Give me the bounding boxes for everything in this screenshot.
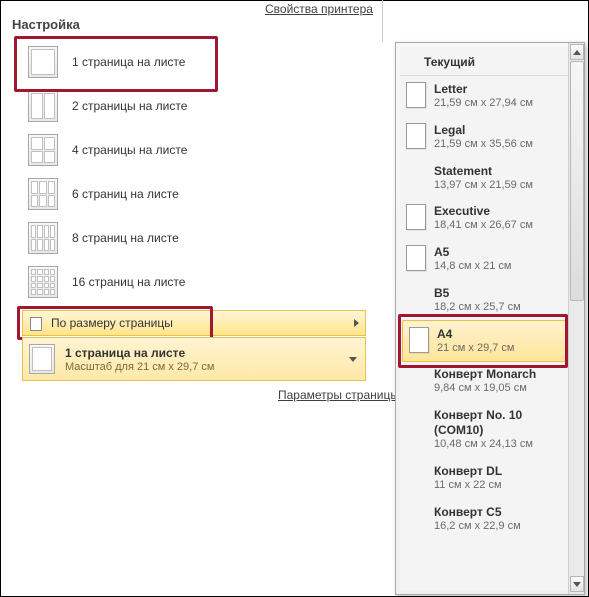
paper-size-dimensions: 18,2 см x 25,7 см (434, 301, 521, 315)
paper-size-dimensions: 14,8 см x 21 см (434, 260, 512, 274)
pages-icon-2 (28, 90, 58, 122)
submenu-label: По размеру страницы (51, 316, 173, 330)
paper-size-name: Statement (434, 164, 533, 179)
paper-size-dimensions: 10,48 см x 24,13 см (434, 438, 564, 452)
paper-size-item[interactable]: A421 см x 29,7 см (402, 320, 566, 363)
paper-size-dimensions: 11 см x 22 см (434, 479, 502, 493)
paper-size-item[interactable]: B518,2 см x 25,7 см (400, 280, 568, 321)
paper-size-item[interactable]: Statement13,97 см x 21,59 см (400, 158, 568, 199)
pages-icon-1 (29, 344, 55, 374)
pages-item-label: 4 страницы на листе (72, 143, 187, 157)
paper-size-dimensions: 18,41 см x 26,67 см (434, 219, 533, 233)
pages-icon-1 (28, 46, 58, 78)
paper-size-dimensions: 9,84 см x 19,05 см (434, 382, 536, 396)
paper-size-list: Текущий Letter21,59 см x 27,94 смLegal21… (400, 47, 568, 590)
paper-size-name: Конверт C5 (434, 505, 521, 520)
paper-size-item[interactable]: Конверт DL11 см x 22 см (400, 458, 568, 499)
current-title: 1 страница на листе (65, 346, 214, 360)
paper-size-name: Executive (434, 204, 533, 219)
chevron-down-icon (349, 357, 357, 362)
pages-item-4[interactable]: 4 страницы на листе (22, 128, 366, 172)
pages-item-1[interactable]: 1 страница на листе (22, 40, 366, 84)
paper-size-item[interactable]: Конверт C516,2 см x 22,9 см (400, 499, 568, 540)
current-selection-dropdown[interactable]: 1 страница на листе Масштаб для 21 см x … (22, 337, 366, 381)
paper-size-dimensions: 16,2 см x 22,9 см (434, 520, 521, 534)
paper-size-item[interactable]: Конверт Monarch9,84 см x 19,05 см (400, 361, 568, 402)
pages-item-2[interactable]: 2 страницы на листе (22, 84, 366, 128)
paper-size-name: Letter (434, 82, 533, 97)
paper-size-name: Legal (434, 123, 533, 138)
pages-per-sheet-list: 1 страница на листе 2 страницы на листе … (22, 40, 366, 304)
chevron-down-icon (573, 582, 581, 587)
pages-item-label: 16 страниц на листе (72, 275, 185, 289)
paper-size-name: A4 (437, 327, 515, 342)
paper-size-name: Конверт Monarch (434, 367, 536, 382)
pages-icon-6 (28, 178, 58, 210)
pages-icon-4 (28, 134, 58, 166)
paper-size-dimensions: 21 см x 29,7 см (437, 342, 515, 356)
scroll-down-button[interactable] (570, 576, 584, 592)
paper-size-dimensions: 13,97 см x 21,59 см (434, 179, 533, 193)
scroll-up-button[interactable] (570, 44, 584, 60)
pages-item-label: 8 страниц на листе (72, 231, 179, 245)
pages-icon-8 (28, 222, 58, 254)
paper-size-item[interactable]: A514,8 см x 21 см (400, 239, 568, 280)
scale-icon (27, 314, 45, 332)
paper-size-dimensions: 21,59 см x 27,94 см (434, 97, 533, 111)
paper-size-dimensions: 21,59 см x 35,56 см (434, 138, 533, 152)
paper-size-name: B5 (434, 286, 521, 301)
paper-size-item[interactable]: Letter21,59 см x 27,94 см (400, 76, 568, 117)
page-parameters-link[interactable]: Параметры страницы (278, 388, 399, 402)
paper-size-name: A5 (434, 245, 512, 260)
chevron-up-icon (573, 50, 581, 55)
paper-size-item[interactable]: Конверт No. 10 (COM10)10,48 см x 24,13 с… (400, 402, 568, 458)
pages-item-8[interactable]: 8 страниц на листе (22, 216, 366, 260)
paper-icon (406, 204, 426, 230)
paper-size-name: Конверт No. 10 (COM10) (434, 408, 564, 438)
printer-properties-link[interactable]: Свойства принтера (265, 2, 373, 16)
pages-item-label: 2 страницы на листе (72, 99, 187, 113)
paper-size-item[interactable]: Executive18,41 см x 26,67 см (400, 198, 568, 239)
pages-item-label: 1 страница на листе (72, 55, 185, 69)
paper-size-flyout: Текущий Letter21,59 см x 27,94 смLegal21… (395, 42, 585, 595)
flyout-header: Текущий (400, 47, 568, 76)
paper-size-item[interactable]: Legal21,59 см x 35,56 см (400, 117, 568, 158)
paper-icon (406, 123, 426, 149)
chevron-right-icon (354, 319, 359, 327)
pages-item-16[interactable]: 16 страниц на листе (22, 260, 366, 304)
divider (382, 0, 383, 42)
scale-to-page-size-menu[interactable]: По размеру страницы (22, 310, 366, 336)
pages-item-label: 6 страниц на листе (72, 187, 179, 201)
scroll-thumb[interactable] (570, 61, 584, 301)
paper-size-name: Конверт DL (434, 464, 502, 479)
paper-icon (406, 245, 426, 271)
pages-icon-16 (28, 266, 58, 298)
section-title: Настройка (12, 17, 80, 32)
scrollbar[interactable] (568, 43, 584, 594)
current-subtitle: Масштаб для 21 см x 29,7 см (65, 361, 214, 373)
paper-icon (406, 82, 426, 108)
pages-item-6[interactable]: 6 страниц на листе (22, 172, 366, 216)
paper-icon (409, 327, 429, 353)
